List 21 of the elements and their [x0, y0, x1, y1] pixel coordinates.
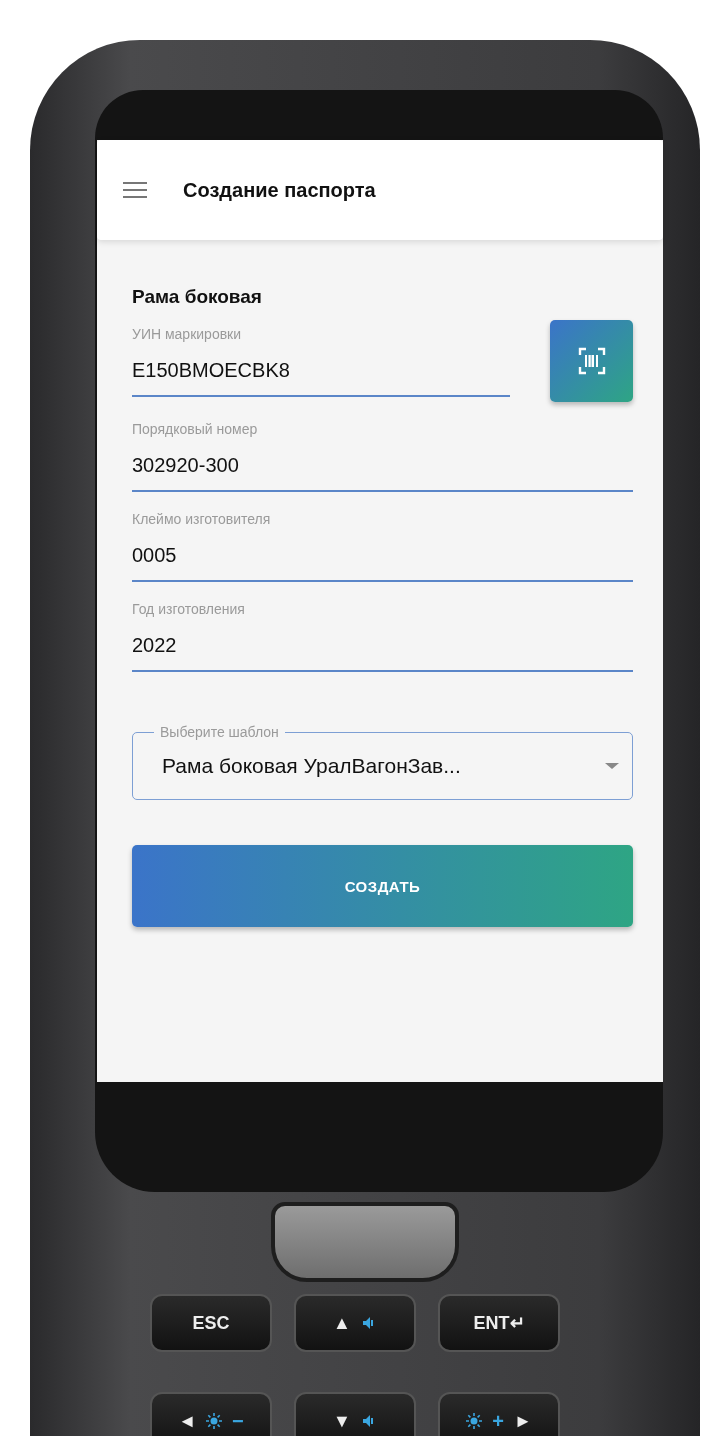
page-title: Создание паспорта: [183, 178, 376, 202]
keypad-key[interactable]: ESC: [150, 1294, 272, 1352]
input-field[interactable]: Клеймо изготовителя 0005: [132, 510, 633, 582]
section-title: Рама боковая: [132, 286, 263, 308]
trigger-key[interactable]: [271, 1202, 459, 1282]
menu-icon[interactable]: [123, 182, 147, 198]
keypad-key[interactable]: ◄ −: [150, 1392, 272, 1436]
caret-icon: [605, 763, 619, 769]
create-button[interactable]: СОЗДАТЬ: [132, 845, 633, 927]
input-field[interactable]: Год изготовления 2022: [132, 600, 633, 672]
brightness-icon: [466, 1413, 483, 1429]
barcode-icon: [577, 347, 606, 375]
keypad-key[interactable]: + ►: [438, 1392, 560, 1436]
input-field[interactable]: УИН маркировки E150BMOECBK8: [132, 325, 510, 397]
keypad-key[interactable]: ▲: [294, 1294, 416, 1352]
template-dropdown[interactable]: Выберите шаблон Рама боковая УралВагонЗав...: [132, 723, 633, 800]
keypad-key[interactable]: ▼: [294, 1392, 416, 1436]
input-field[interactable]: Порядковый номер 302920-300: [132, 420, 633, 492]
brightness-icon: [206, 1413, 223, 1429]
keypad-key[interactable]: ENT↵: [438, 1294, 560, 1352]
barcode-scan-button[interactable]: [550, 320, 633, 402]
